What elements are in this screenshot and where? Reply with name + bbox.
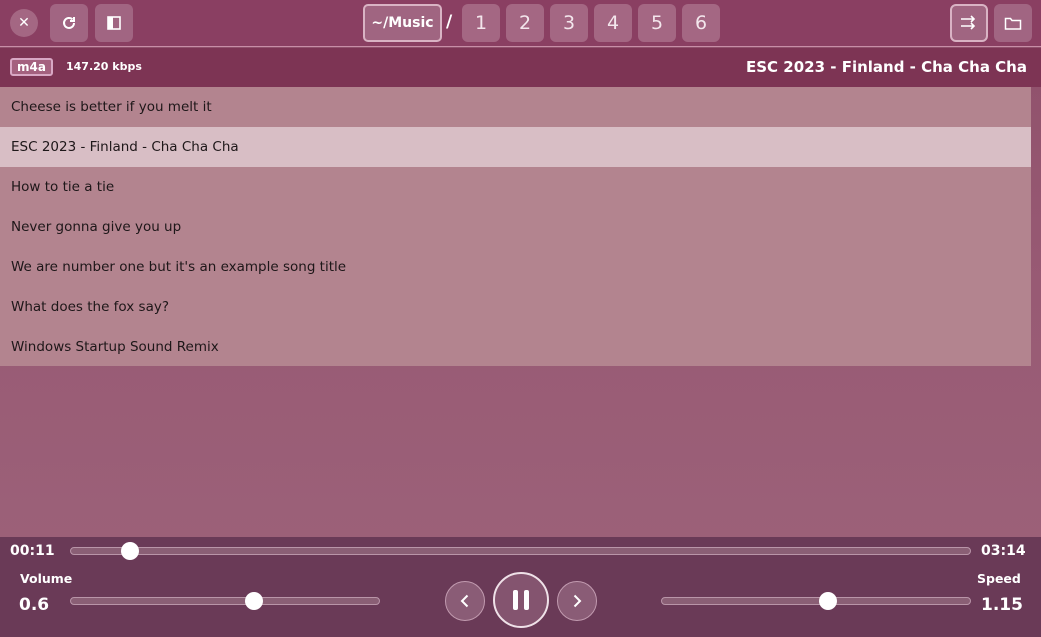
shuffle-button[interactable]	[950, 4, 988, 42]
breadcrumb-separator: /	[446, 12, 453, 32]
shuffle-icon	[961, 15, 976, 30]
volume-slider-thumb[interactable]	[245, 592, 263, 610]
folder-icon	[1004, 17, 1022, 30]
open-folder-button[interactable]	[994, 4, 1032, 42]
page-button-2[interactable]: 2	[506, 4, 544, 42]
playlist-item[interactable]: Cheese is better if you melt it	[0, 87, 1031, 127]
volume-value: 0.6	[19, 595, 50, 615]
playlist-item-active[interactable]: ESC 2023 - Finland - Cha Cha Cha	[0, 127, 1031, 167]
seek-slider-thumb[interactable]	[121, 542, 140, 560]
page-button-4[interactable]: 4	[594, 4, 632, 42]
playlist-item[interactable]: What does the fox say?	[0, 287, 1031, 327]
speed-slider[interactable]	[661, 597, 971, 605]
playlist-item[interactable]: Never gonna give you up	[0, 207, 1031, 247]
playlist-item[interactable]: We are number one but it's an example so…	[0, 247, 1031, 287]
chevron-right-icon	[573, 594, 582, 608]
speed-value: 1.15	[981, 595, 1023, 615]
refresh-button[interactable]	[50, 4, 88, 42]
elapsed-time: 00:11	[10, 543, 55, 559]
sidebar-toggle-button[interactable]	[95, 4, 133, 42]
page-button-1[interactable]: 1	[462, 4, 500, 42]
playlist: Cheese is better if you melt it ESC 2023…	[0, 87, 1031, 366]
volume-label: Volume	[20, 571, 73, 586]
close-button[interactable]: ✕	[10, 9, 38, 37]
seek-slider[interactable]	[70, 547, 971, 555]
close-icon: ✕	[18, 15, 30, 31]
refresh-icon	[63, 16, 75, 29]
player-controls: 00:11 03:14 Volume 0.6 Speed 1.15	[0, 537, 1041, 637]
track-info-bar: m4a 147.20 kbps ESC 2023 - Finland - Cha…	[0, 48, 1041, 87]
header-bar: ✕ ~/Music / 1 2 3 4 5 6	[0, 0, 1041, 47]
path-breadcrumb-button[interactable]: ~/Music	[363, 4, 442, 42]
now-playing-title: ESC 2023 - Finland - Cha Cha Cha	[746, 58, 1027, 76]
speed-slider-thumb[interactable]	[819, 592, 837, 610]
next-track-button[interactable]	[557, 581, 597, 621]
format-badge: m4a	[10, 58, 53, 76]
page-button-3[interactable]: 3	[550, 4, 588, 42]
volume-slider[interactable]	[70, 597, 380, 605]
pause-icon	[513, 590, 529, 610]
previous-track-button[interactable]	[445, 581, 485, 621]
playlist-item[interactable]: Windows Startup Sound Remix	[0, 327, 1031, 367]
playlist-item[interactable]: How to tie a tie	[0, 167, 1031, 207]
page-button-6[interactable]: 6	[682, 4, 720, 42]
pause-button[interactable]	[493, 572, 549, 628]
chevron-left-icon	[460, 594, 469, 608]
sidebar-toggle-icon	[107, 16, 121, 30]
bitrate-label: 147.20 kbps	[66, 60, 142, 73]
page-button-5[interactable]: 5	[638, 4, 676, 42]
total-duration: 03:14	[981, 543, 1026, 559]
speed-label: Speed	[977, 571, 1021, 586]
